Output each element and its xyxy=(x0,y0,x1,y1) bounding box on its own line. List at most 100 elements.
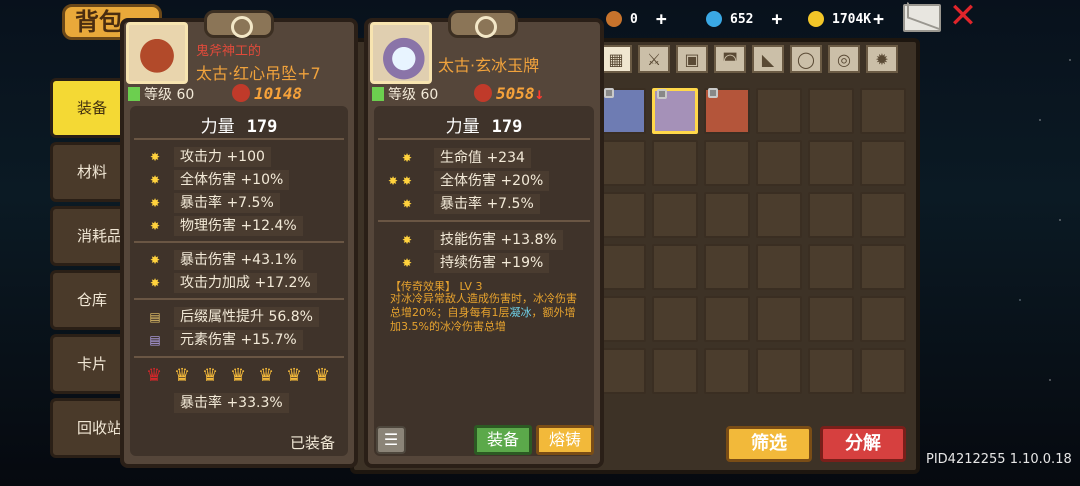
side-tab-recycle[interactable]: 回收站 xyxy=(50,398,130,458)
inventory-slot[interactable] xyxy=(704,296,750,342)
power-icon xyxy=(474,84,492,102)
add-resource-2-button[interactable]: + xyxy=(771,9,782,30)
close-icon[interactable]: ✕ xyxy=(948,0,978,33)
lock-icon xyxy=(708,88,718,98)
inventory-slot[interactable] xyxy=(860,348,906,394)
stat-line: ✸ 技能伤害 +13.8% xyxy=(392,230,563,250)
resource-1: 0 + xyxy=(606,8,667,30)
inventory-slot[interactable] xyxy=(704,140,750,186)
side-tab-materials[interactable]: 材料 xyxy=(50,142,130,202)
helmet-icon[interactable]: ◚ xyxy=(714,45,746,73)
divider xyxy=(378,138,590,140)
inventory-slot[interactable] xyxy=(600,140,646,186)
item-level: 等级 60 xyxy=(128,84,194,104)
inventory-slot[interactable] xyxy=(652,140,698,186)
inventory-slot[interactable] xyxy=(704,88,750,134)
inventory-slot[interactable] xyxy=(756,192,802,238)
mail-icon[interactable] xyxy=(903,4,941,32)
star-icon: ✸ xyxy=(401,151,413,165)
weapon-icon[interactable]: ⚔ xyxy=(638,45,670,73)
selected-item-card: 太古·玄冰玉牌 等级 60 5058↓ 力量 179 ✸ 生命值 +234 ✸ ✸ 全… xyxy=(364,10,604,468)
equip-button[interactable]: 装备 xyxy=(474,425,532,455)
crown-icon: ♛ xyxy=(258,365,275,386)
inventory-slot[interactable] xyxy=(756,244,802,290)
side-tab-consumables[interactable]: 消耗品 xyxy=(50,206,130,266)
side-tab-equipment[interactable]: 装备 xyxy=(50,78,130,138)
inventory-slot[interactable] xyxy=(860,192,906,238)
filter-button[interactable]: 筛选 xyxy=(726,426,812,462)
inventory-slot[interactable] xyxy=(652,348,698,394)
inventory-slot[interactable] xyxy=(808,88,854,134)
level-flag-icon xyxy=(372,87,384,101)
stat-line: ✸ 物理伤害 +12.4% xyxy=(148,216,303,236)
divider xyxy=(134,356,344,358)
ring-icon[interactable]: ◯ xyxy=(790,45,822,73)
star-icon: ✸ xyxy=(149,196,161,210)
lock-icon xyxy=(604,88,614,98)
ice-jade-tablet-icon xyxy=(370,22,432,84)
inventory-slot[interactable] xyxy=(600,296,646,342)
inventory-category-tabs: ▦ ⚔ ▣ ◚ ◣ ◯ ◎ ✹ xyxy=(600,45,898,73)
stat-line: ✸ 持续伤害 +19% xyxy=(392,253,550,273)
inventory-slot[interactable] xyxy=(652,192,698,238)
inventory-slot[interactable] xyxy=(808,296,854,342)
material-icon xyxy=(606,11,622,27)
inventory-slot[interactable] xyxy=(704,192,750,238)
crown-icon: ♛ xyxy=(146,365,163,386)
equipped-item-card: 鬼斧神工的 太古·红心吊坠+7 等级 60 10148 力量 179 ✸ 攻击力 +… xyxy=(120,10,358,468)
inventory-slot[interactable] xyxy=(756,88,802,134)
resource-2: 652 + xyxy=(706,8,782,30)
gear-icon[interactable]: ✹ xyxy=(866,45,898,73)
star-icon: ✸ xyxy=(401,256,413,270)
all-items-icon[interactable]: ▦ xyxy=(600,45,632,73)
lock-icon xyxy=(657,89,667,99)
side-tab-warehouse[interactable]: 仓库 xyxy=(50,270,130,330)
inventory-slot[interactable] xyxy=(808,244,854,290)
amulet-icon[interactable]: ◎ xyxy=(828,45,860,73)
inventory-slot[interactable] xyxy=(600,192,646,238)
list-button[interactable]: ☰ xyxy=(376,426,406,454)
decompose-button[interactable]: 分解 xyxy=(820,426,906,462)
inventory-slot[interactable] xyxy=(860,140,906,186)
inventory-slot[interactable] xyxy=(756,140,802,186)
gem-icon xyxy=(706,11,722,27)
forge-button[interactable]: 熔铸 xyxy=(536,425,594,455)
inventory-slot[interactable] xyxy=(808,140,854,186)
inventory-slot[interactable] xyxy=(860,88,906,134)
inventory-slot[interactable] xyxy=(860,244,906,290)
armor-icon[interactable]: ▣ xyxy=(676,45,708,73)
gold-coin-icon xyxy=(808,11,824,27)
inventory-grid xyxy=(600,88,906,394)
inventory-slot[interactable] xyxy=(600,244,646,290)
inventory-slot[interactable] xyxy=(860,296,906,342)
divider xyxy=(378,220,590,222)
inventory-slot[interactable] xyxy=(808,348,854,394)
item-power: 5058↓ xyxy=(474,84,544,103)
stat-line: ✸ 暴击率 +7.5% xyxy=(148,193,280,213)
add-resource-3-button[interactable]: + xyxy=(873,9,884,30)
stat-line: ✸ ✸ 全体伤害 +20% xyxy=(378,171,550,191)
inventory-slot[interactable] xyxy=(600,348,646,394)
inventory-slot[interactable] xyxy=(704,348,750,394)
add-resource-1-button[interactable]: + xyxy=(656,9,667,30)
side-tab-cards[interactable]: 卡片 xyxy=(50,334,130,394)
inventory-slot[interactable] xyxy=(704,244,750,290)
power-icon xyxy=(232,84,250,102)
inventory-slot[interactable] xyxy=(652,296,698,342)
inventory-slot[interactable] xyxy=(600,88,646,134)
stat-line: ▤ 后缀属性提升 56.8% xyxy=(148,307,319,327)
card-hook-icon xyxy=(204,10,274,38)
level-flag-icon xyxy=(128,87,140,101)
stat-line: ✸ 全体伤害 +10% xyxy=(148,170,290,190)
inventory-slot[interactable] xyxy=(808,192,854,238)
inventory-slot[interactable] xyxy=(652,244,698,290)
stat-line: ✸ 暴击伤害 +43.1% xyxy=(148,250,303,270)
boots-icon[interactable]: ◣ xyxy=(752,45,784,73)
resource-3-value: 1704K xyxy=(832,11,872,27)
inventory-slot[interactable] xyxy=(756,348,802,394)
upgrade-crowns: ♛ ♛ ♛ ♛ ♛ ♛ ♛ xyxy=(146,367,336,385)
inventory-slot[interactable] xyxy=(756,296,802,342)
inventory-slot-selected[interactable] xyxy=(652,88,698,134)
crown-icon: ♛ xyxy=(202,365,219,386)
divider xyxy=(134,298,344,300)
